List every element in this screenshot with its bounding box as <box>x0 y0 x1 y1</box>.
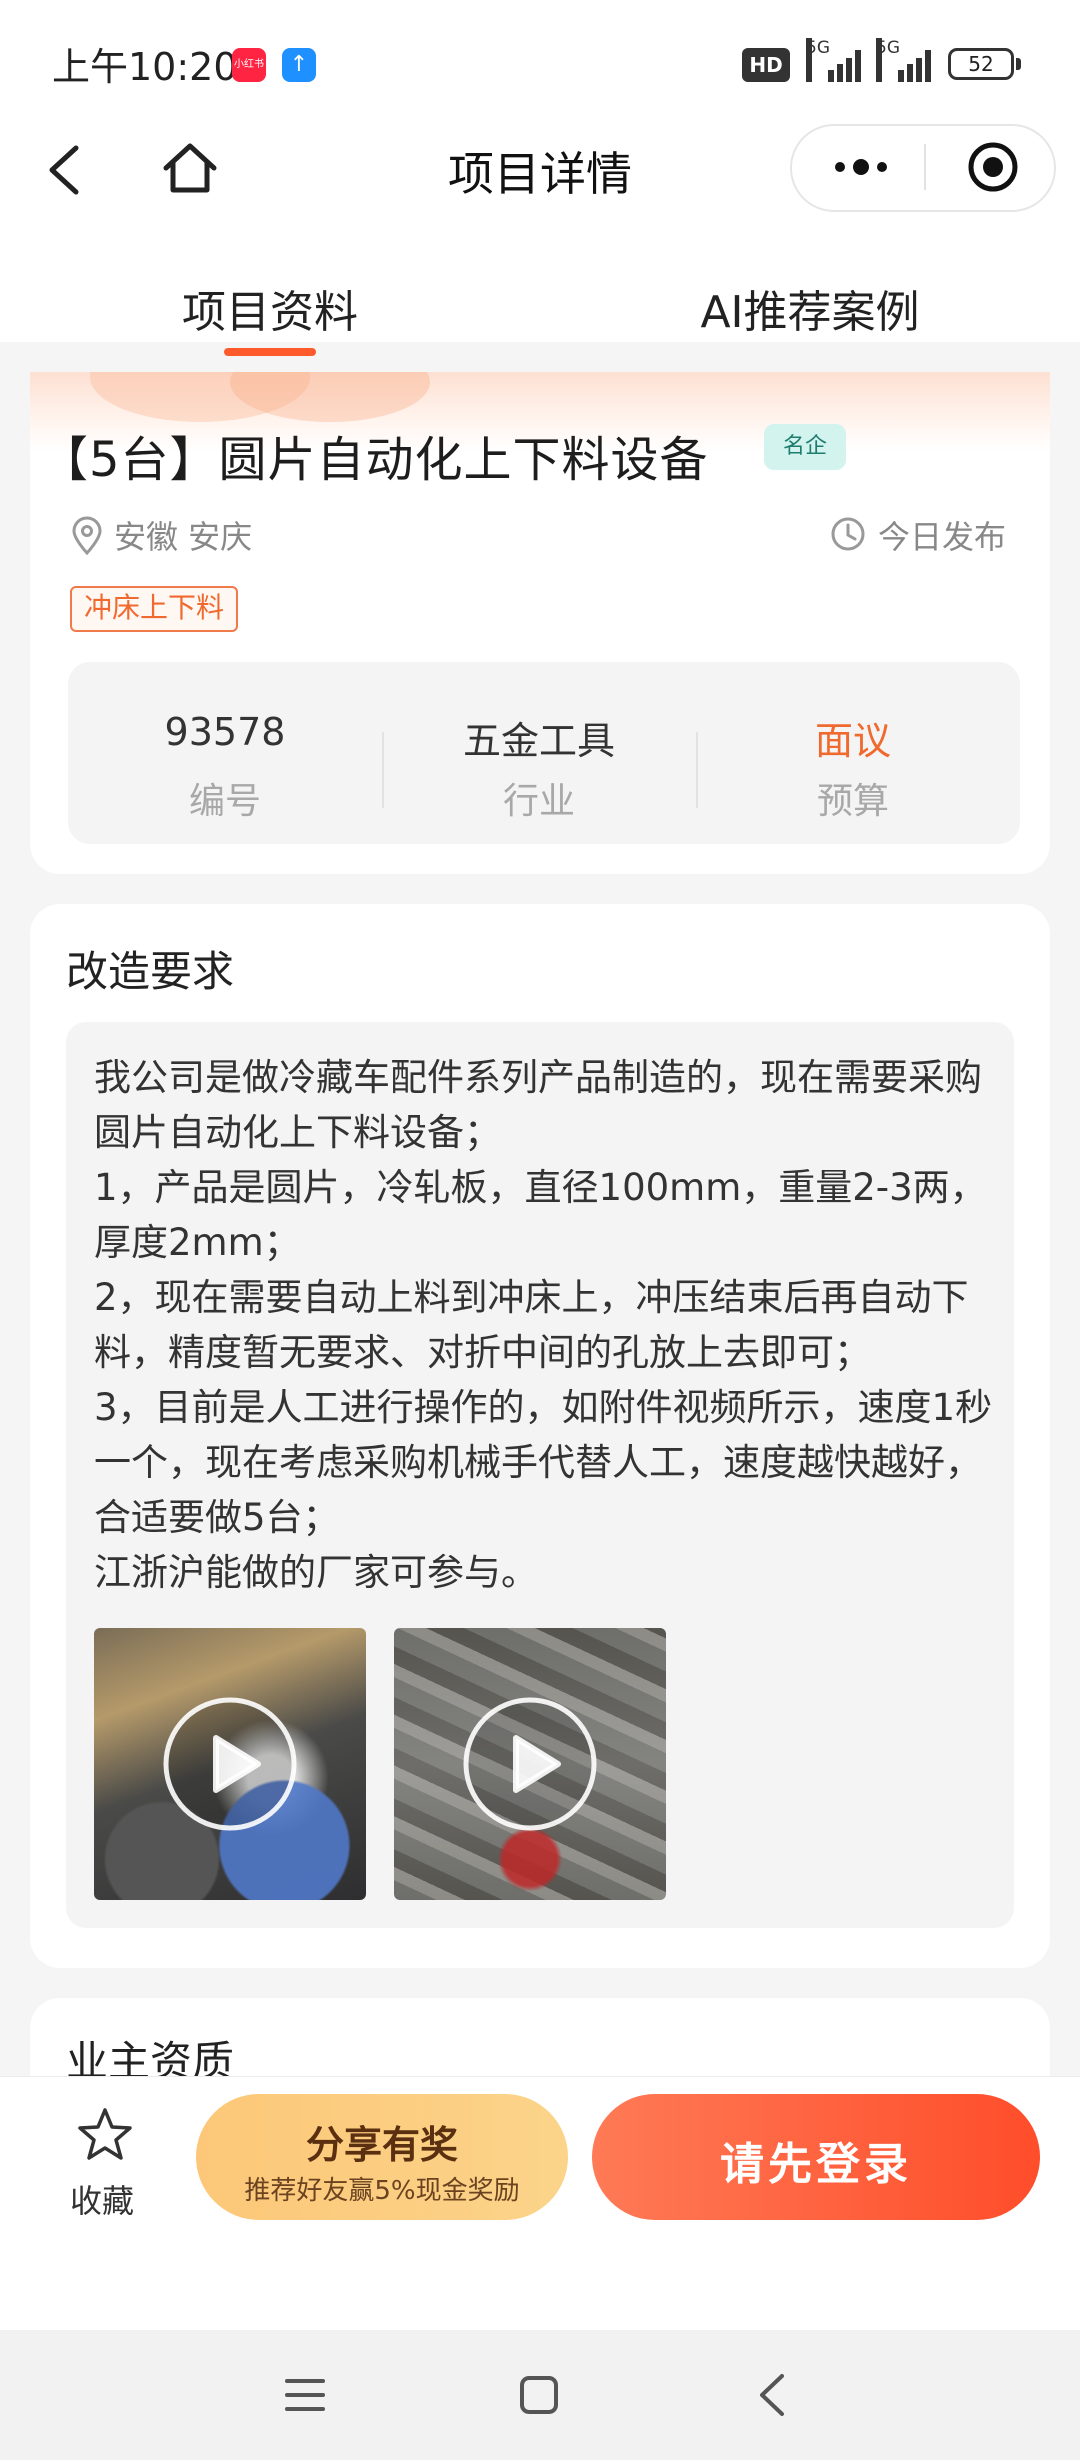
upload-app-icon: ↑ <box>282 48 316 82</box>
stat-budget: 面议 预算 <box>696 662 1010 844</box>
project-location: 安徽 安庆 <box>114 518 253 556</box>
project-title: 【5台】圆片自动化上下料设备 <box>40 432 709 488</box>
stat-value: 五金工具 <box>462 719 615 763</box>
requirements-description: 我公司是做冷藏车配件系列产品制造的，现在需要采购圆片自动化上下料设备； 1，产品… <box>94 1056 993 1594</box>
stat-value: 93578 <box>164 710 286 754</box>
stat-id: 93578 编号 <box>68 662 382 844</box>
status-time: 上午10:20 <box>52 45 238 89</box>
video-thumbnail-1[interactable] <box>94 1628 366 1900</box>
login-label: 请先登录 <box>720 2139 912 2190</box>
more-dots-icon[interactable] <box>826 144 896 190</box>
share-title: 分享有奖 <box>305 2123 458 2167</box>
stat-industry: 五金工具 行业 <box>382 662 696 844</box>
stat-label: 行业 <box>502 781 575 822</box>
target-icon[interactable] <box>966 140 1020 194</box>
requirements-title: 改造要求 <box>66 947 235 996</box>
favorite-label[interactable]: 收藏 <box>70 2176 134 2222</box>
hd-voice-icon: HD <box>742 48 790 82</box>
battery-tip <box>1016 58 1021 70</box>
location-pin-icon <box>72 516 102 556</box>
stat-divider <box>696 732 698 808</box>
home-square-icon[interactable] <box>518 2374 560 2416</box>
nav-back-icon[interactable] <box>752 2372 794 2418</box>
share-subtitle: 推荐好友赢5%现金奖励 <box>244 2176 520 2206</box>
active-tab-indicator <box>224 348 316 356</box>
stat-label: 预算 <box>816 781 889 822</box>
play-icon[interactable] <box>160 1694 300 1834</box>
menu-icon[interactable] <box>284 2374 326 2416</box>
xiaohongshu-app-icon: 小红书 <box>232 48 266 82</box>
capsule-divider <box>924 144 926 190</box>
star-icon[interactable] <box>76 2106 134 2164</box>
tab-project-info[interactable]: 项目资料 <box>130 276 410 340</box>
stat-label: 编号 <box>188 781 261 822</box>
clock-icon <box>831 517 865 551</box>
signal-icon: 5G <box>876 38 936 82</box>
play-icon[interactable] <box>460 1694 600 1834</box>
stat-divider <box>382 732 384 808</box>
category-tag: 冲床上下料 <box>70 586 239 632</box>
network-type-label: 5G <box>806 38 830 82</box>
famous-company-badge: 名企 <box>764 424 846 470</box>
video-thumbnail-2[interactable] <box>394 1628 666 1900</box>
signal-icon: 5G <box>806 38 866 82</box>
tab-ai-cases[interactable]: AI推荐案例 <box>660 276 960 340</box>
battery-icon: 52 <box>948 48 1014 80</box>
project-stats: 93578 编号 五金工具 行业 面议 预算 <box>68 662 1020 844</box>
publish-time: 今日发布 <box>878 518 1007 556</box>
stat-value: 面议 <box>814 719 891 763</box>
network-type-label: 5G <box>876 38 900 82</box>
